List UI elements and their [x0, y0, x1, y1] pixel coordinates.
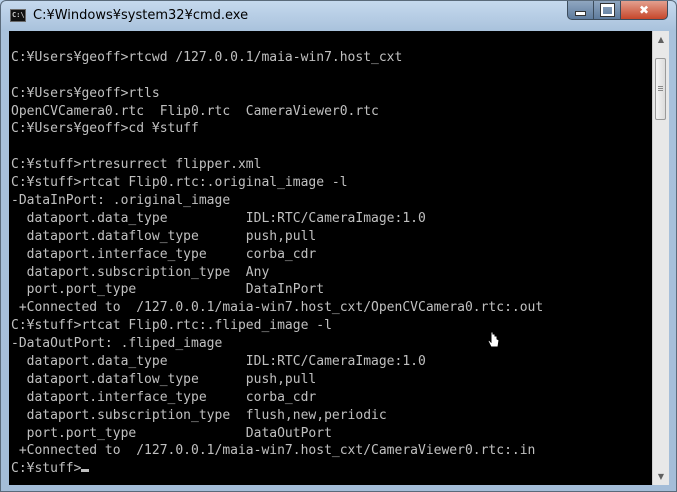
console-prompt-line: C:¥stuff>: [11, 460, 543, 478]
console-line: +Connected to /127.0.0.1/maia-win7.host_…: [11, 443, 536, 459]
console-line: +Connected to /127.0.0.1/maia-win7.host_…: [11, 300, 544, 316]
title-bar[interactable]: C:\ C:¥Windows¥system32¥cmd.exe ✖: [1, 1, 676, 31]
maximize-button[interactable]: [594, 1, 621, 20]
console-lines: C:¥Users¥geoff>rtcwd /127.0.0.1/maia-win…: [11, 31, 543, 478]
cmd-icon[interactable]: C:\: [10, 9, 26, 22]
scroll-up-arrow[interactable]: ▲: [653, 31, 669, 48]
console-line: port.port_type DataInPort: [11, 282, 325, 298]
close-button[interactable]: ✖: [621, 1, 668, 20]
window-title: C:¥Windows¥system32¥cmd.exe: [33, 8, 249, 23]
console-line: C:¥stuff>rtcat Flip0.rtc:.original_image…: [11, 175, 348, 191]
console-line: dataport.interface_type corba_cdr: [11, 246, 317, 262]
console-line: dataport.data_type IDL:RTC/CameraImage:1…: [11, 210, 426, 226]
maximize-icon: [600, 4, 614, 16]
console-line: dataport.interface_type corba_cdr: [11, 389, 317, 405]
console-line: C:¥stuff>rtcat Flip0.rtc:.fliped_image -…: [11, 318, 332, 334]
console-line: -DataInPort: .original_image: [11, 193, 231, 209]
console-line: C:¥stuff>rtresurrect flipper.xml: [11, 157, 262, 173]
console-prompt: C:¥stuff>: [11, 461, 82, 477]
console-line: C:¥Users¥geoff>cd ¥stuff: [11, 121, 199, 137]
mouse-pointer-icon: [487, 331, 500, 348]
minimize-button[interactable]: [567, 1, 594, 20]
console-line: dataport.subscription_type Any: [11, 264, 270, 280]
text-cursor: [81, 469, 90, 473]
console-output[interactable]: C:¥Users¥geoff>rtcwd /127.0.0.1/maia-win…: [9, 31, 652, 485]
caption-buttons: ✖: [567, 1, 668, 21]
scroll-down-arrow[interactable]: ▼: [653, 468, 669, 485]
vertical-scrollbar[interactable]: ▲ ▼: [652, 31, 669, 485]
console-line: dataport.subscription_type flush,new,per…: [11, 407, 387, 423]
console-line: dataport.dataflow_type push,pull: [11, 228, 317, 244]
minimize-icon: [575, 11, 586, 16]
cmd-window: C:\ C:¥Windows¥system32¥cmd.exe ✖ C:¥Use…: [0, 0, 677, 492]
console-line: C:¥Users¥geoff>rtls: [11, 85, 160, 101]
console-line: C:¥Users¥geoff>rtcwd /127.0.0.1/maia-win…: [11, 49, 403, 65]
console-line: dataport.dataflow_type push,pull: [11, 371, 317, 387]
console-line: dataport.data_type IDL:RTC/CameraImage:1…: [11, 354, 426, 370]
close-icon: ✖: [638, 3, 650, 17]
scrollbar-thumb[interactable]: [655, 58, 666, 120]
console-line: -DataOutPort: .fliped_image: [11, 336, 223, 352]
console-line: OpenCVCamera0.rtc Flip0.rtc CameraViewer…: [11, 103, 379, 119]
console-line: port.port_type DataOutPort: [11, 425, 332, 441]
